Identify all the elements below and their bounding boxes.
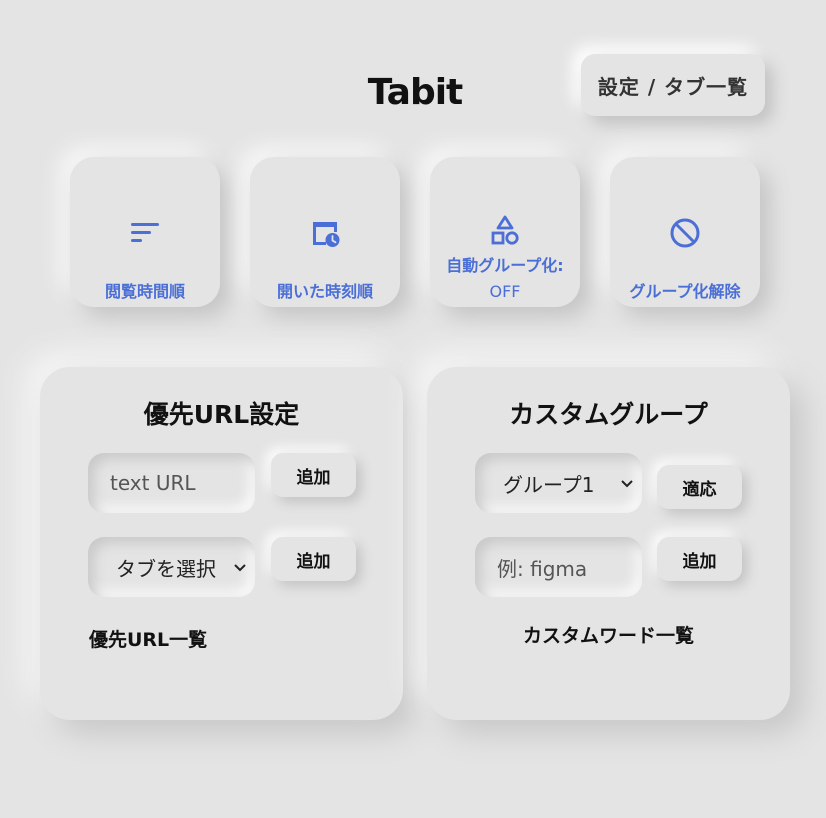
sort-by-open-time-button[interactable]: 開いた時刻順 [250,157,400,307]
shapes-icon [491,215,519,245]
sort-by-view-time-label: 閲覧時間順 [104,282,185,301]
custom-word-input[interactable]: 例: figma [475,537,642,597]
ungroup-button[interactable]: グループ化解除 [610,157,760,307]
priority-url-add-button[interactable]: 追加 [271,453,356,497]
custom-word-list-heading: カスタムワード一覧 [522,625,694,647]
custom-word-add-button[interactable]: 追加 [657,537,742,581]
sort-by-view-time-button[interactable]: 閲覧時間順 [70,157,220,307]
auto-group-label: 自動グループ化: OFF [430,253,580,305]
settings-tablist-button[interactable]: 設定 / タブ一覧 [581,54,765,116]
priority-url-title: 優先URL設定 [143,400,300,429]
block-icon [670,218,700,248]
tab-add-button[interactable]: 追加 [271,537,356,581]
ungroup-label: グループ化解除 [629,282,741,301]
chevron-down-icon [621,480,633,488]
auto-group-label-line1: 自動グループ化: [446,256,564,275]
window-clock-icon [313,222,340,247]
popup-page: Tabit 設定 / タブ一覧 閲覧時間順 開いた時刻順 自動グループ化: OF… [0,0,826,818]
tab-select-dropdown[interactable]: タブを選択 [88,537,255,597]
sort-by-open-time-label: 開いた時刻順 [276,282,373,301]
auto-group-label-line2: OFF [489,282,521,301]
custom-group-title: カスタムグループ [509,400,708,429]
group-select-dropdown[interactable]: グループ1 [475,453,642,513]
tab-select-value: タブを選択 [116,556,216,581]
priority-url-panel: 優先URL設定 text URL 追加 タブを選択 追加 優先URL一覧 [40,367,403,720]
priority-url-input[interactable]: text URL [88,453,255,513]
chevron-down-icon [234,564,246,572]
apply-group-button[interactable]: 適応 [657,465,742,509]
custom-group-panel: カスタムグループ グループ1 適応 例: figma 追加 カスタムワード一覧 [427,367,790,720]
group-select-value: グループ1 [503,472,595,497]
priority-url-list-heading: 優先URL一覧 [89,629,208,651]
auto-group-toggle-button[interactable]: 自動グループ化: OFF [430,157,580,307]
sort-lines-icon [131,223,159,242]
